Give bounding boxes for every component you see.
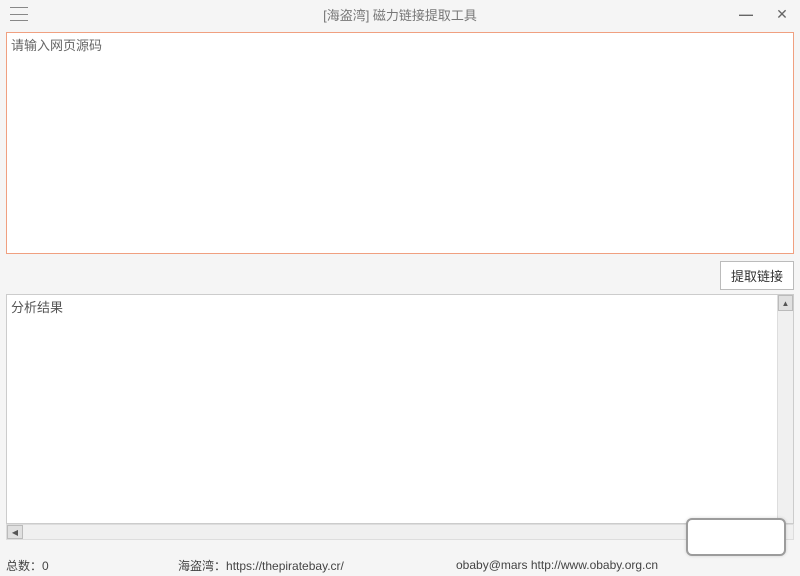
status-site: 海盗湾：https://thepiratebay.cr/ xyxy=(178,557,456,574)
floating-widget[interactable] xyxy=(686,518,786,556)
extract-button[interactable]: 提取链接 xyxy=(720,261,794,290)
count-value: 0 xyxy=(42,559,49,573)
statusbar: 总数：0 海盗湾：https://thepiratebay.cr/ obaby@… xyxy=(0,554,800,576)
horizontal-scrollbar[interactable]: ◀ xyxy=(6,524,794,540)
status-count: 总数：0 xyxy=(6,557,178,574)
titlebar: [海盗湾] 磁力链接提取工具 — ✕ xyxy=(0,0,800,28)
source-input-panel xyxy=(6,32,794,254)
minimize-button[interactable]: — xyxy=(728,0,764,28)
window-title: [海盗湾] 磁力链接提取工具 xyxy=(323,5,477,24)
site-url: https://thepiratebay.cr/ xyxy=(226,559,344,573)
count-label: 总数： xyxy=(6,559,42,573)
vertical-scrollbar[interactable]: ▲ xyxy=(777,295,793,523)
close-button[interactable]: ✕ xyxy=(764,0,800,28)
scroll-left-icon[interactable]: ◀ xyxy=(7,525,23,539)
result-panel: 分析结果 ▲ xyxy=(6,294,794,524)
result-label: 分析结果 xyxy=(7,295,777,523)
source-input[interactable] xyxy=(7,33,793,253)
window-controls: — ✕ xyxy=(728,0,800,28)
status-credit: obaby@mars http://www.obaby.org.cn xyxy=(456,558,794,572)
action-row: 提取链接 xyxy=(0,260,800,290)
horizontal-scroll-row: ◀ xyxy=(6,524,794,540)
site-label: 海盗湾： xyxy=(178,559,226,573)
scroll-up-icon[interactable]: ▲ xyxy=(778,295,793,311)
menu-icon[interactable] xyxy=(10,7,28,21)
